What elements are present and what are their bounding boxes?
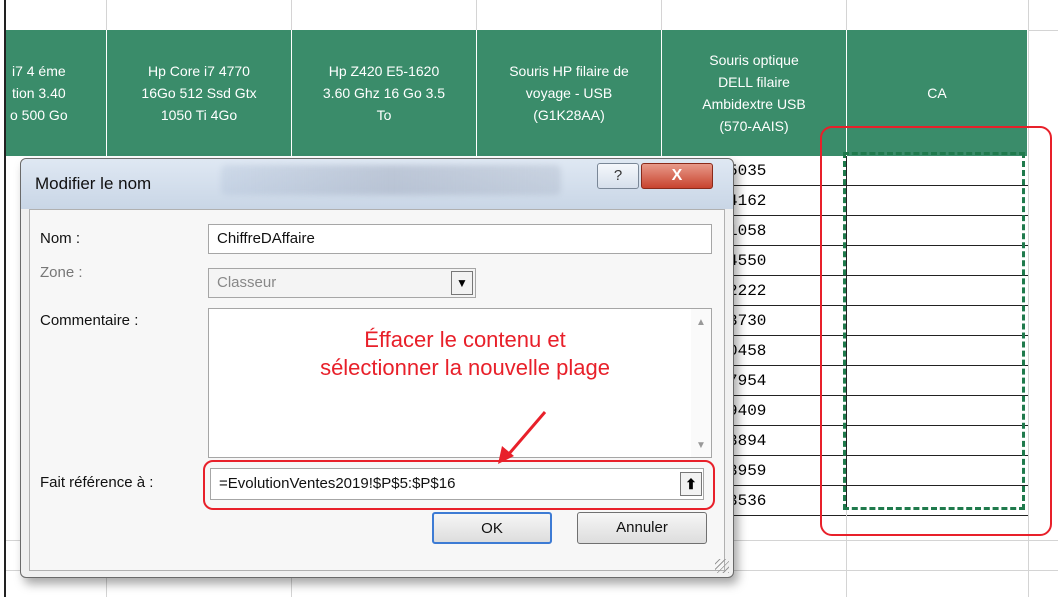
annotation-arrow-line — [506, 411, 547, 456]
reference-highlight-box — [203, 460, 715, 510]
